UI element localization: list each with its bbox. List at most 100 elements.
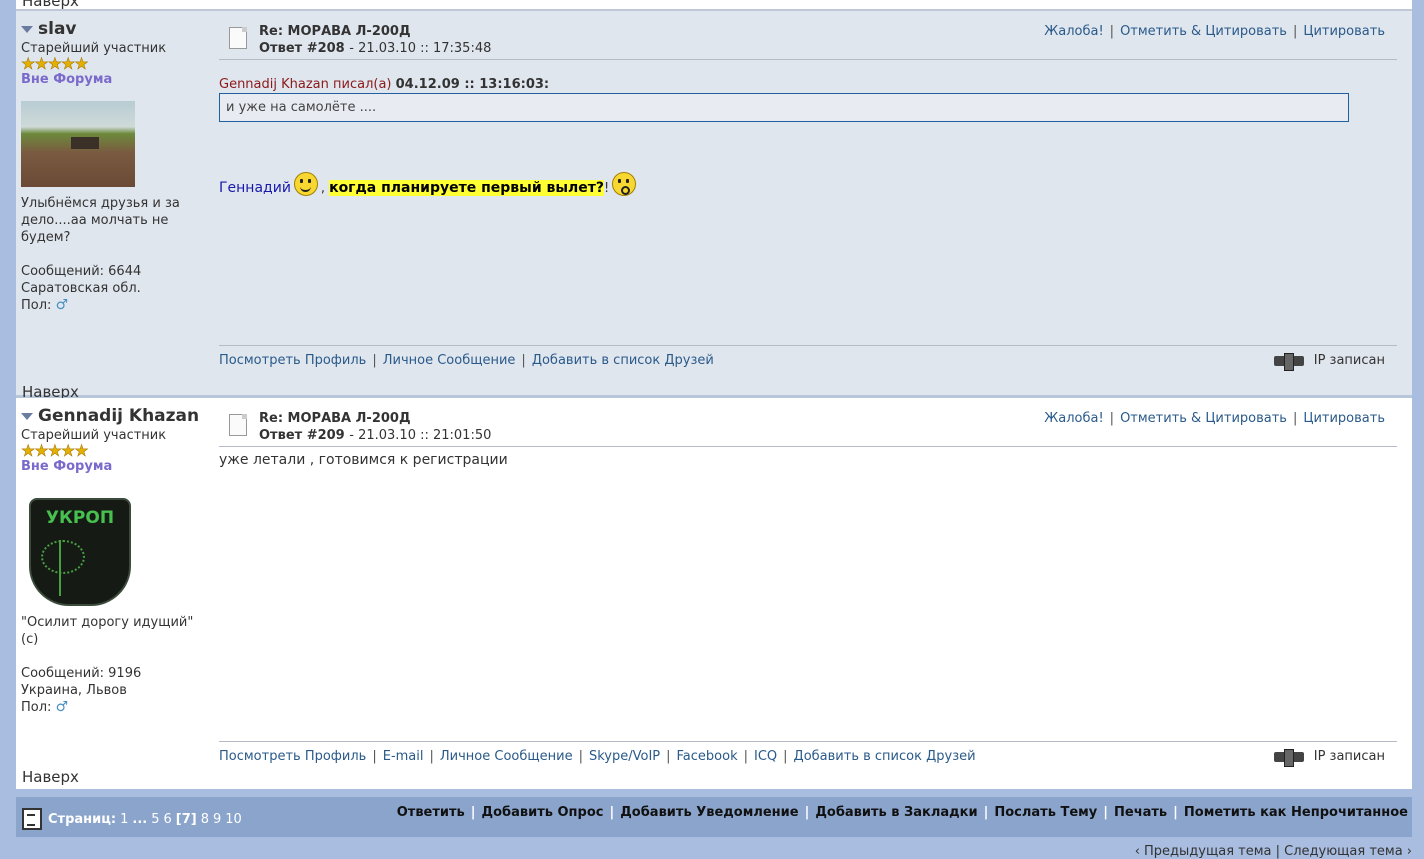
view-profile-link[interactable]: Посмотреть Профиль [219, 353, 366, 368]
thread-footer-bar: Страниц: 1 ... 5 6 [7] 8 9 10 Ответить | Д… [16, 797, 1412, 837]
ip-logged: IP записан [1273, 352, 1385, 371]
message-exclamation: ! [604, 181, 610, 196]
post-title[interactable]: Re: МОРАВА Л-200Д [259, 23, 491, 40]
post-footer: Посмотреть Профиль | E-mail | Личное Сообщен… [219, 741, 1397, 767]
icq-link[interactable]: ICQ [754, 749, 777, 764]
quote-link[interactable]: Цитировать [1303, 24, 1385, 39]
online-status: Вне Форума [21, 72, 113, 87]
report-link[interactable]: Жалоба! [1044, 411, 1103, 426]
message-highlight: когда планируете первый вылет? [329, 180, 605, 196]
poster-gender: Пол: ♂ [21, 699, 69, 715]
poster-signature: Улыбнёмся друзья и за дело....аа молчать… [21, 196, 180, 245]
post-actions: Жалоба! | Отметить & Цитировать | Цитировать [1044, 411, 1385, 426]
page-link-6[interactable]: 6 [163, 812, 171, 827]
page-current: [7] [175, 811, 197, 827]
male-icon: ♂ [55, 297, 69, 313]
surprised-icon [612, 172, 637, 196]
pagination: Страниц: 1 ... 5 6 [7] 8 9 10 [22, 808, 242, 830]
add-bookmark-button[interactable]: Добавить в Закладки [815, 805, 977, 820]
page-link-10[interactable]: 10 [225, 812, 242, 827]
add-friend-link[interactable]: Добавить в список Друзей [794, 749, 976, 764]
page-ellipsis: ... [132, 811, 148, 827]
pages-label: Страниц: [48, 811, 117, 827]
add-friend-link[interactable]: Добавить в список Друзей [532, 353, 714, 368]
poster-name[interactable]: slav [21, 19, 201, 39]
post-body: Gennadij Khazan писал(а) 04.12.09 :: 13:… [219, 77, 1397, 196]
message-name: Геннадий [219, 180, 291, 196]
ip-icon [1273, 352, 1304, 371]
post-subject: Re: МОРАВА Л-200Д Ответ #208 - 21.03.10 … [259, 23, 491, 57]
avatar-text: УКРОП [45, 508, 115, 528]
add-poll-button[interactable]: Добавить Опрос [482, 805, 604, 820]
post-actions: Жалоба! | Отметить & Цитировать | Цитировать [1044, 24, 1385, 39]
post-message: Геннадий , когда планируете первый вылет… [219, 172, 1397, 196]
poster-message-count: Сообщений: 9196 [21, 666, 142, 681]
page-link-8[interactable]: 8 [201, 812, 209, 827]
poster-location: Саратовская обл. [21, 281, 141, 296]
poster-message-count: Сообщений: 6644 [21, 264, 142, 279]
post-date: - 21.03.10 :: 17:35:48 [349, 41, 492, 56]
avatar [21, 101, 135, 187]
poster-gender: Пол: ♂ [21, 297, 69, 313]
skype-link[interactable]: Skype/VoIP [589, 749, 660, 764]
poster-info: slav Старейший участник ★★★★★ Вне Форума… [21, 19, 201, 314]
thread-container: Наверх slav Старейший участник ★★★★★ Вне… [16, 0, 1412, 789]
post-title[interactable]: Re: МОРАВА Л-200Д [259, 410, 491, 427]
triangle-down-icon [21, 25, 33, 33]
profile-links: Посмотреть Профиль | E-mail | Личное Сообщен… [219, 749, 976, 764]
post-number: Ответ #209 [259, 428, 345, 443]
document-icon [229, 27, 247, 49]
email-link[interactable]: E-mail [383, 749, 424, 764]
rank-stars-icon: ★★★★★ [21, 54, 89, 73]
avatar: УКРОП [29, 498, 131, 606]
rank-stars-icon: ★★★★★ [21, 441, 89, 460]
ip-icon [1273, 748, 1304, 767]
post-date: - 21.03.10 :: 21:01:50 [349, 428, 492, 443]
message-comma: , [320, 181, 326, 196]
poster-signature: "Осилит дорогу идущий"(с) [21, 615, 194, 647]
poster-location: Украина, Львов [21, 683, 127, 698]
mark-unread-button[interactable]: Пометить как Непрочитанное [1184, 805, 1408, 820]
private-message-link[interactable]: Личное Сообщение [440, 749, 573, 764]
top-cut-link[interactable]: Наверх [22, 0, 79, 10]
add-notify-button[interactable]: Добавить Уведомление [620, 805, 798, 820]
back-to-top-link[interactable]: Наверх [22, 768, 79, 786]
post-209: Gennadij Khazan Старейший участник ★★★★★… [16, 398, 1412, 789]
poster-info: Gennadij Khazan Старейший участник ★★★★★… [21, 406, 201, 716]
report-link[interactable]: Жалоба! [1044, 24, 1103, 39]
post-header: Re: МОРАВА Л-200Д Ответ #209 - 21.03.10 … [219, 410, 1397, 447]
mark-quote-link[interactable]: Отметить & Цитировать [1120, 411, 1287, 426]
private-message-link[interactable]: Личное Сообщение [383, 353, 516, 368]
post-message: уже летали , готовимся к регистрации [219, 452, 508, 468]
poster-meta: Сообщений: 9196 Украина, Львов Пол: ♂ [21, 665, 201, 716]
reply-button[interactable]: Ответить [397, 805, 465, 820]
post-body: уже летали , готовимся к регистрации [219, 452, 1397, 468]
poster-name[interactable]: Gennadij Khazan [21, 406, 201, 426]
page-link-5[interactable]: 5 [151, 812, 159, 827]
ip-logged: IP записан [1273, 748, 1385, 767]
quote-link[interactable]: Цитировать [1303, 411, 1385, 426]
quote-header: Gennadij Khazan писал(а) 04.12.09 :: 13:… [219, 77, 550, 92]
poster-meta: Сообщений: 6644 Саратовская обл. Пол: ♂ [21, 263, 201, 314]
page-link-9[interactable]: 9 [213, 812, 221, 827]
send-topic-button[interactable]: Послать Тему [994, 805, 1097, 820]
smile-icon [293, 172, 318, 196]
online-status: Вне Форума [21, 459, 113, 474]
top-divider: Наверх [16, 0, 1412, 11]
topic-navigation[interactable]: ‹ Предыдущая тема | Следующая тема › [1135, 844, 1412, 859]
post-subject: Re: МОРАВА Л-200Д Ответ #209 - 21.03.10 … [259, 410, 491, 444]
page-link-1[interactable]: 1 [120, 812, 128, 827]
print-button[interactable]: Печать [1114, 805, 1167, 820]
triangle-down-icon [21, 412, 33, 420]
mark-quote-link[interactable]: Отметить & Цитировать [1120, 24, 1287, 39]
view-profile-link[interactable]: Посмотреть Профиль [219, 749, 366, 764]
facebook-link[interactable]: Facebook [677, 749, 738, 764]
post-208: slav Старейший участник ★★★★★ Вне Форума… [16, 11, 1412, 401]
pages-icon [22, 808, 42, 830]
post-header: Re: МОРАВА Л-200Д Ответ #208 - 21.03.10 … [219, 23, 1397, 60]
document-icon [229, 414, 247, 436]
post-number: Ответ #208 [259, 41, 345, 56]
thread-actions: Ответить | Добавить Опрос | Добавить Уведомл… [396, 805, 1408, 820]
post-footer: Посмотреть Профиль | Личное Сообщение | Доба… [219, 345, 1397, 371]
quote-box: и уже на самолёте .... [219, 93, 1349, 122]
